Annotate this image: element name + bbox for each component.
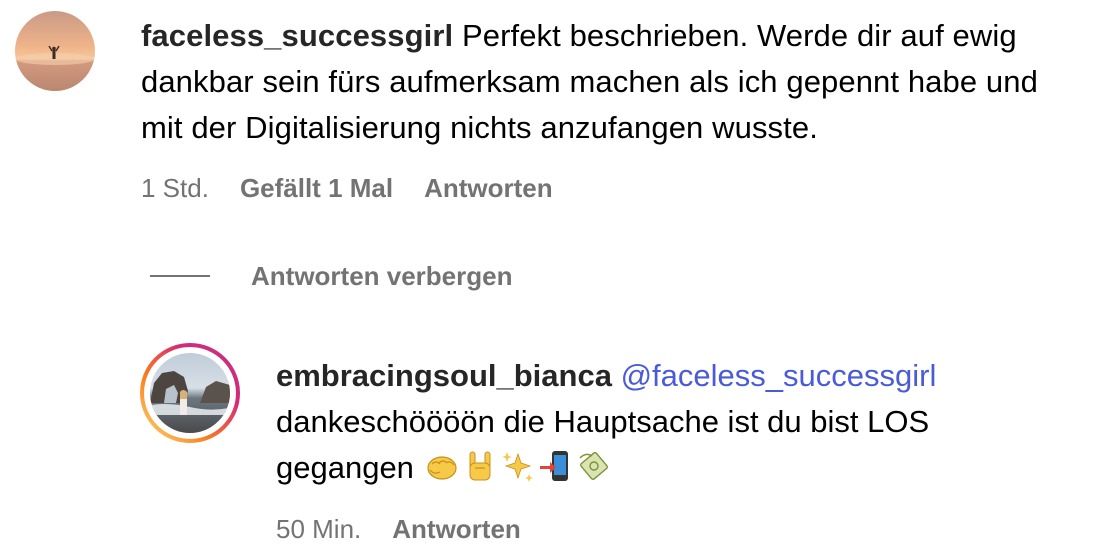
reply-username[interactable]: embracingsoul_bianca <box>276 358 612 393</box>
comment-timestamp[interactable]: 1 Std. <box>141 173 209 204</box>
divider-line <box>150 275 210 277</box>
reply-reply-button[interactable]: Antworten <box>392 514 521 545</box>
comment-body: faceless_successgirl Perfekt beschrieben… <box>141 13 1086 151</box>
comment: faceless_successgirl Perfekt beschrieben… <box>0 0 1108 230</box>
hide-replies-button[interactable]: Antworten verbergen <box>150 258 513 294</box>
avatar-photo-sunset-beach <box>15 11 95 91</box>
sign-of-horns-emoji <box>462 448 498 484</box>
avatar-story-ring <box>140 343 240 443</box>
reply-meta: 50 Min. Antworten <box>276 511 521 547</box>
comment-likes-count[interactable]: Gefällt 1 Mal <box>240 173 393 204</box>
hide-replies-label: Antworten verbergen <box>251 260 513 291</box>
money-bag-emoji <box>576 448 612 484</box>
comment-username[interactable]: faceless_successgirl <box>141 18 453 53</box>
reply-emoji-group <box>424 448 612 484</box>
oncoming-fist-emoji <box>424 448 460 484</box>
sparkles-emoji <box>500 448 536 484</box>
reply-mention-link[interactable]: @faceless_successgirl <box>621 358 937 393</box>
comment-meta: 1 Std. Gefällt 1 Mal Antworten <box>141 170 553 206</box>
avatar[interactable] <box>15 11 95 91</box>
comment-reply-button[interactable]: Antworten <box>424 173 553 204</box>
mobile-phone-arrow-emoji <box>538 448 574 484</box>
reply-avatar[interactable] <box>140 343 240 443</box>
reply-body: embracingsoul_bianca @faceless_successgi… <box>276 353 1056 491</box>
reply-timestamp[interactable]: 50 Min. <box>276 514 361 545</box>
